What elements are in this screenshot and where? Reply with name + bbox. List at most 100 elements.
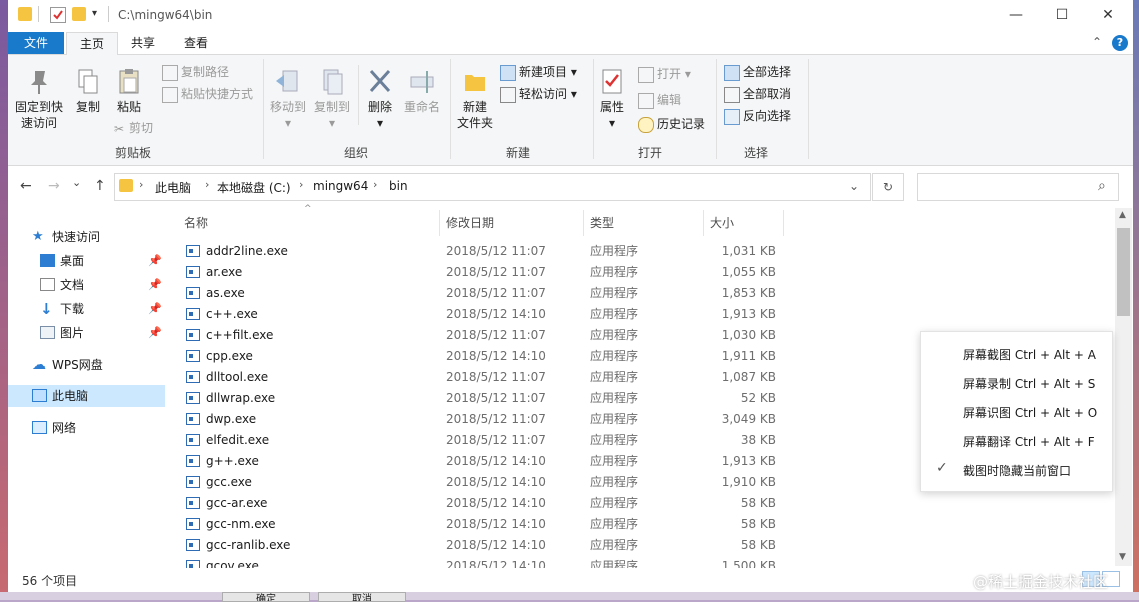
sidebar-item-documents[interactable]: 文档 📌 [8, 274, 165, 296]
paste-button[interactable]: 粘贴 [111, 67, 147, 115]
new-folder-quick-icon[interactable] [72, 7, 86, 21]
table-row[interactable]: dllwrap.exe 2018/5/12 11:07 应用程序 52 KB [176, 388, 788, 409]
new-group-label: 新建 [505, 146, 530, 160]
table-row[interactable]: gcc.exe 2018/5/12 14:10 应用程序 1,910 KB [176, 472, 788, 493]
copy-path-button[interactable]: 复制路径 [162, 63, 229, 81]
minimize-button[interactable]: — [993, 0, 1039, 30]
table-row[interactable]: addr2line.exe 2018/5/12 11:07 应用程序 1,031 KB [176, 241, 788, 262]
pictures-icon [40, 326, 55, 339]
refresh-button[interactable]: ↻ [872, 173, 904, 201]
back-button[interactable]: ← [20, 178, 32, 194]
tab-file[interactable]: 文件 [8, 32, 64, 54]
select-none-button[interactable]: 全部取消 [724, 85, 791, 103]
sidebar-item-quick-access[interactable]: ★ 快速访问 [8, 226, 165, 248]
easy-access-button[interactable]: 轻松访问 ▾ [500, 85, 577, 103]
exe-file-icon [186, 329, 200, 341]
tab-home[interactable]: 主页 [66, 32, 118, 56]
file-name: dlltool.exe [206, 370, 269, 384]
breadcrumb-mingw64[interactable]: mingw64 [313, 179, 368, 193]
vertical-scrollbar[interactable]: ▲ ▼ [1115, 208, 1132, 566]
properties-quick-icon[interactable] [50, 7, 66, 23]
recent-locations-button[interactable]: ⌄ [72, 176, 81, 189]
column-header-size[interactable]: 大小 [710, 210, 734, 236]
sidebar-item-downloads[interactable]: ↓ 下载 📌 [8, 298, 165, 320]
invert-selection-button[interactable]: 反向选择 [724, 107, 791, 125]
menu-item-screen-record[interactable]: 屏幕录制 Ctrl + Alt + S [963, 375, 1095, 392]
screenshot-context-menu: 屏幕截图 Ctrl + Alt + A 屏幕录制 Ctrl + Alt + S … [920, 331, 1113, 492]
table-row[interactable]: dlltool.exe 2018/5/12 11:07 应用程序 1,087 KB [176, 367, 788, 388]
sidebar-item-this-pc[interactable]: 此电脑 [8, 385, 165, 407]
cut-button[interactable]: ✂ 剪切 [112, 119, 153, 137]
table-row[interactable]: gcc-ranlib.exe 2018/5/12 14:10 应用程序 58 KB [176, 535, 788, 556]
sidebar-item-desktop[interactable]: 桌面 📌 [8, 250, 165, 272]
menu-item-screenshot[interactable]: 屏幕截图 Ctrl + Alt + A [963, 346, 1096, 363]
table-row[interactable]: elfedit.exe 2018/5/12 11:07 应用程序 38 KB [176, 430, 788, 451]
rename-button[interactable]: 重命名 [402, 67, 442, 115]
expand-ribbon-icon[interactable]: ⌃ [1092, 35, 1102, 49]
table-row[interactable]: gcc-nm.exe 2018/5/12 14:10 应用程序 58 KB [176, 514, 788, 535]
table-row[interactable]: cpp.exe 2018/5/12 14:10 应用程序 1,911 KB [176, 346, 788, 367]
tab-view[interactable]: 查看 [172, 32, 220, 54]
address-bar[interactable]: › 此电脑 › 本地磁盘 (C:) › mingw64 › bin ⌄ [114, 173, 871, 201]
new-item-button[interactable]: 新建项目 ▾ [500, 63, 577, 81]
file-type: 应用程序 [590, 244, 639, 258]
cancel-button[interactable]: 取消 [318, 592, 406, 602]
ok-button[interactable]: 确定 [222, 592, 310, 602]
customize-quick-access-icon[interactable]: ▾ [92, 8, 97, 19]
move-to-button[interactable]: 移动到 ▾ [268, 67, 308, 131]
menu-item-screen-recognize[interactable]: 屏幕识图 Ctrl + Alt + O [963, 404, 1097, 421]
pin-quick-access-button[interactable]: 固定到快 速访问 [13, 67, 65, 131]
exe-file-icon [186, 245, 200, 257]
breadcrumb-local-disk[interactable]: 本地磁盘 (C:) [217, 179, 291, 196]
table-row[interactable]: gcc-ar.exe 2018/5/12 14:10 应用程序 58 KB [176, 493, 788, 514]
history-button[interactable]: 历史记录 [638, 115, 705, 133]
help-icon[interactable]: ? [1112, 35, 1128, 51]
search-input[interactable]: ⌕ [917, 173, 1119, 201]
file-type: 应用程序 [590, 328, 639, 342]
column-header-date[interactable]: 修改日期 [446, 210, 494, 236]
delete-button[interactable]: 删除 ▾ [362, 67, 398, 131]
table-row[interactable]: c++filt.exe 2018/5/12 11:07 应用程序 1,030 KB [176, 325, 788, 346]
column-header-name[interactable]: 名称 [184, 210, 208, 236]
properties-button[interactable]: 属性 ▾ [596, 67, 628, 131]
menu-item-screen-translate[interactable]: 屏幕翻译 Ctrl + Alt + F [963, 433, 1095, 450]
delete-icon [369, 69, 391, 93]
table-row[interactable]: g++.exe 2018/5/12 14:10 应用程序 1,913 KB [176, 451, 788, 472]
table-row[interactable]: dwp.exe 2018/5/12 11:07 应用程序 3,049 KB [176, 409, 788, 430]
up-button[interactable]: ↑ [94, 178, 106, 194]
copy-button[interactable]: 复制 [70, 67, 106, 115]
pin-icon: 📌 [148, 302, 162, 315]
copy-label: 复制 [75, 100, 100, 114]
column-divider[interactable] [439, 210, 440, 236]
table-row[interactable]: ar.exe 2018/5/12 11:07 应用程序 1,055 KB [176, 262, 788, 283]
breadcrumb-this-pc[interactable]: 此电脑 [155, 179, 191, 196]
address-dropdown-icon[interactable]: ⌄ [849, 179, 859, 193]
column-divider[interactable] [783, 210, 784, 236]
new-folder-button[interactable]: 新建 文件夹 [455, 67, 495, 131]
folder-icon [18, 7, 32, 21]
close-button[interactable]: ✕ [1085, 0, 1131, 30]
tab-share[interactable]: 共享 [120, 32, 166, 54]
edit-button[interactable]: 编辑 [638, 91, 681, 109]
sidebar-item-wps-cloud[interactable]: ☁ WPS网盘 [8, 354, 165, 376]
copy-icon [78, 69, 98, 94]
table-row[interactable]: as.exe 2018/5/12 11:07 应用程序 1,853 KB [176, 283, 788, 304]
sidebar-item-pictures[interactable]: 图片 📌 [8, 322, 165, 344]
scrollbar-thumb[interactable] [1117, 228, 1130, 316]
sidebar-item-network[interactable]: 网络 [8, 417, 165, 439]
menu-item-hide-window[interactable]: 截图时隐藏当前窗口 [963, 462, 1071, 479]
column-divider[interactable] [703, 210, 704, 236]
paste-shortcut-button[interactable]: 粘贴快捷方式 [162, 85, 253, 103]
scroll-down-icon[interactable]: ▼ [1119, 552, 1126, 562]
breadcrumb-bin[interactable]: bin [389, 179, 408, 193]
select-all-button[interactable]: 全部选择 [724, 63, 791, 81]
maximize-button[interactable]: ☐ [1039, 0, 1085, 30]
column-header-type[interactable]: 类型 [590, 210, 614, 236]
scroll-up-icon[interactable]: ▲ [1119, 210, 1126, 220]
copy-to-button[interactable]: 复制到 ▾ [310, 67, 354, 131]
easy-access-label: 轻松访问 [519, 87, 568, 101]
column-divider[interactable] [583, 210, 584, 236]
open-button[interactable]: 打开 ▾ [638, 65, 691, 83]
table-row[interactable]: c++.exe 2018/5/12 14:10 应用程序 1,913 KB [176, 304, 788, 325]
forward-button[interactable]: → [48, 178, 60, 194]
